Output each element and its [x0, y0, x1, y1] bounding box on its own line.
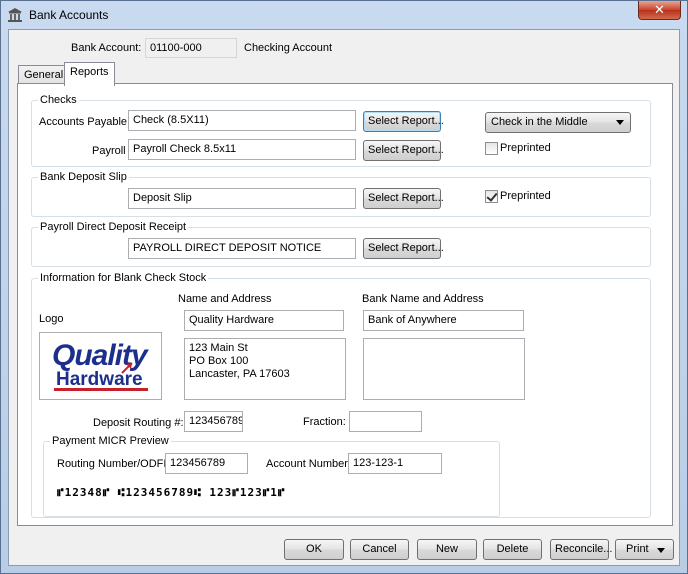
ok-button[interactable]: OK	[284, 539, 344, 560]
delete-button[interactable]: Delete	[483, 539, 542, 560]
company-name-field[interactable]: Quality Hardware	[184, 310, 344, 331]
company-address-field[interactable]: 123 Main St PO Box 100 Lancaster, PA 176…	[184, 338, 346, 400]
chevron-down-icon	[616, 120, 624, 125]
direct-deposit-group-title: Payroll Direct Deposit Receipt	[38, 221, 189, 233]
print-button-label: Print	[626, 543, 649, 555]
address-line: Lancaster, PA 17603	[189, 368, 290, 380]
routing-number-label: Routing Number/ODFI:	[57, 458, 170, 470]
close-icon: ✕	[654, 2, 665, 17]
bank-icon	[8, 8, 22, 22]
deposit-routing-label: Deposit Routing #:	[93, 417, 184, 429]
deposit-preprinted-checkbox[interactable]	[485, 190, 498, 203]
cancel-button[interactable]: Cancel	[350, 539, 409, 560]
bank-address-field[interactable]	[363, 338, 525, 400]
payroll-label: Payroll	[92, 145, 126, 157]
deposit-slip-field[interactable]: Deposit Slip	[128, 188, 356, 209]
account-number-label: Account Number:	[266, 458, 351, 470]
address-line: 123 Main St	[189, 342, 248, 354]
check-position-select[interactable]: Check in the Middle	[485, 112, 631, 133]
title-bar[interactable]: Bank Accounts ✕	[1, 1, 687, 29]
deposit-slip-group-title: Bank Deposit Slip	[38, 171, 129, 183]
accounts-payable-label: Accounts Payable	[39, 116, 128, 128]
bank-account-field: 01100-000	[145, 38, 237, 58]
select-report-ap-button[interactable]: Select Report...	[363, 111, 444, 132]
bank-account-name: Checking Account	[244, 42, 333, 54]
bank-name-address-label: Bank Name and Address	[362, 293, 484, 305]
bank-accounts-window: Bank Accounts ✕ Bank Account: 01100-000 …	[0, 0, 688, 574]
payroll-field[interactable]: Payroll Check 8.5x11	[128, 139, 356, 160]
quality-hardware-logo: Quality Hardware	[52, 339, 150, 391]
direct-deposit-field[interactable]: PAYROLL DIRECT DEPOSIT NOTICE	[128, 238, 356, 259]
logo-image[interactable]: Quality Hardware	[39, 332, 162, 400]
micr-preview-line: ⑈12348⑈ ⑆123456789⑆ 123⑈123⑈1⑈	[57, 486, 286, 499]
new-button[interactable]: New	[417, 539, 477, 560]
bank-name-field[interactable]: Bank of Anywhere	[363, 310, 524, 331]
select-report-payroll-button[interactable]: Select Report...	[363, 140, 444, 161]
fraction-field[interactable]	[349, 411, 422, 432]
bank-account-label: Bank Account:	[71, 42, 142, 54]
logo-label: Logo	[39, 313, 64, 325]
select-report-deposit-button[interactable]: Select Report...	[363, 188, 444, 209]
checks-preprinted-label: Preprinted	[500, 142, 551, 154]
address-line: PO Box 100	[189, 355, 249, 367]
close-button[interactable]: ✕	[638, 1, 681, 20]
window-title: Bank Accounts	[29, 8, 109, 22]
micr-preview-group-title: Payment MICR Preview	[50, 435, 171, 447]
routing-number-field[interactable]: 123456789	[165, 453, 248, 474]
reconcile-button[interactable]: Reconcile...	[550, 539, 612, 560]
deposit-preprinted-label: Preprinted	[500, 190, 551, 202]
tab-reports[interactable]: Reports	[64, 62, 115, 86]
svg-text:Hardware: Hardware	[56, 369, 143, 390]
chevron-down-icon	[657, 548, 665, 553]
account-number-field[interactable]: 123-123-1	[348, 453, 442, 474]
check-position-value: Check in the Middle	[491, 116, 588, 128]
svg-text:Quality: Quality	[52, 339, 149, 372]
reports-tab-panel: Checks Accounts Payable Check (8.5X11) S…	[17, 83, 673, 526]
dialog-client: Bank Account: 01100-000 Checking Account…	[8, 29, 680, 566]
select-report-direct-deposit-button[interactable]: Select Report...	[363, 238, 444, 259]
fraction-label: Fraction:	[303, 416, 346, 428]
name-address-label: Name and Address	[178, 293, 272, 305]
checks-group-title: Checks	[38, 94, 79, 106]
deposit-routing-field[interactable]: 123456789	[184, 411, 243, 432]
checks-preprinted-checkbox[interactable]	[485, 142, 498, 155]
print-button[interactable]: Print	[615, 539, 674, 560]
accounts-payable-field[interactable]: Check (8.5X11)	[128, 110, 356, 131]
blank-stock-group-title: Information for Blank Check Stock	[38, 272, 209, 284]
